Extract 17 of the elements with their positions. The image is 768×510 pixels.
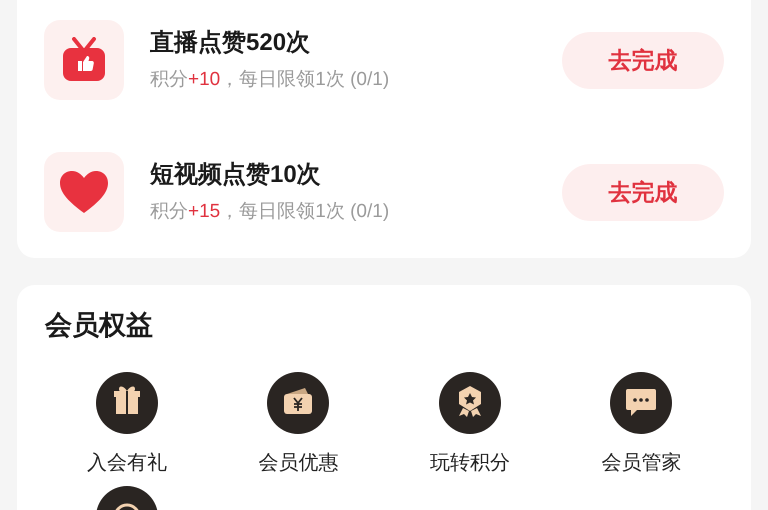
heart-icon xyxy=(59,170,109,214)
gift-icon xyxy=(96,372,158,434)
task-reward-text: 积分+10，每日限领1次 (0/1) xyxy=(150,68,390,92)
complete-button[interactable]: 去完成 xyxy=(562,32,724,88)
task-title: 短视频点赞10次 xyxy=(150,160,322,190)
complete-button[interactable]: 去完成 xyxy=(562,164,724,220)
benefit-item[interactable]: 会员优惠 xyxy=(212,372,384,476)
star-badge-icon xyxy=(438,372,501,434)
benefit-item[interactable]: 入会有礼 xyxy=(41,372,212,476)
benefit-item[interactable]: 玩转积分 xyxy=(384,372,556,476)
task-reward-text: 积分+15，每日限领1次 (0/1) xyxy=(150,200,390,224)
chat-bubble-icon xyxy=(610,372,672,434)
section-title: 会员权益 xyxy=(45,309,154,342)
benefit-item[interactable]: 会员管家 xyxy=(556,372,727,476)
task-title: 直播点赞520次 xyxy=(150,28,312,58)
tv-thumbs-up-icon xyxy=(60,37,108,83)
yuan-ticket-icon xyxy=(267,372,330,434)
